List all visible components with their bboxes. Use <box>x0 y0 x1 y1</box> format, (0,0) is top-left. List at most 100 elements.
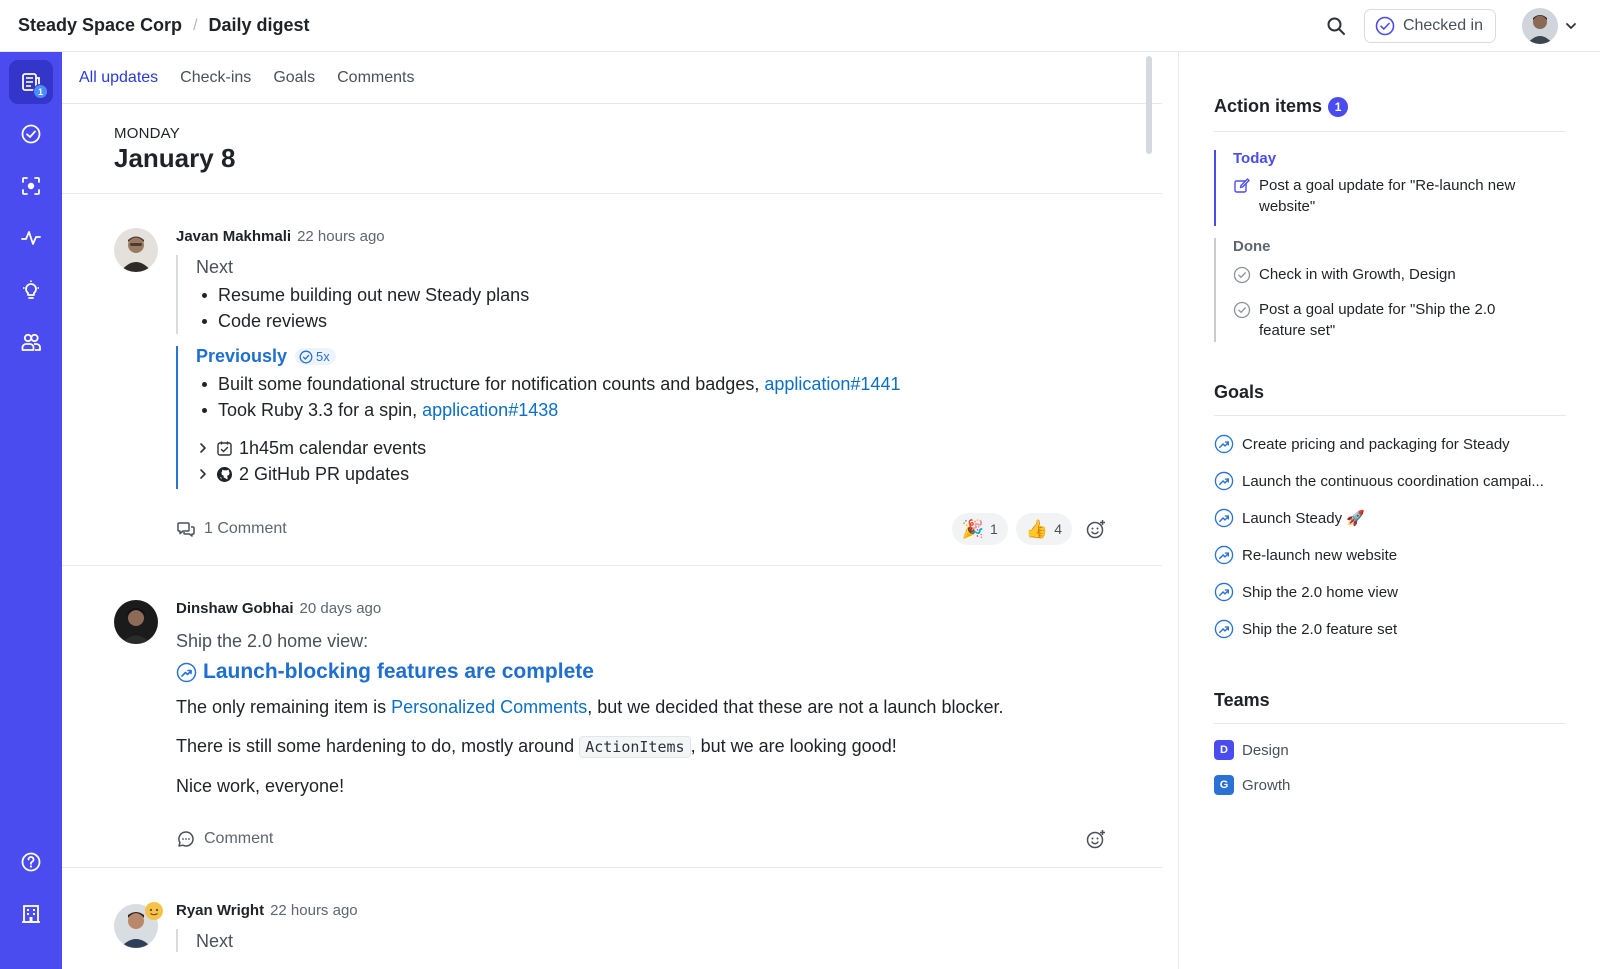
goal-trend-icon <box>1214 471 1234 491</box>
divider <box>1214 415 1566 416</box>
goal-item[interactable]: Re-launch new website <box>1214 545 1569 565</box>
action-item-done[interactable]: Post a goal update for "Ship the 2.0 fea… <box>1233 299 1544 341</box>
pr-link[interactable]: application#1438 <box>422 400 558 420</box>
comments-button[interactable]: 1 Comment <box>176 519 287 539</box>
rail-item-help[interactable] <box>9 840 53 884</box>
reaction-party[interactable]: 🎉 1 <box>951 513 1008 545</box>
goal-reference[interactable]: Ship the 2.0 home view: <box>176 631 1112 652</box>
action-items-title: Action items 1 <box>1214 96 1349 117</box>
action-item-text: Check in with Growth, Design <box>1259 266 1456 283</box>
rail-item-updates[interactable]: 1 <box>9 60 53 104</box>
goal-item[interactable]: Launch Steady 🚀 <box>1214 508 1569 528</box>
reaction-thumbs-up[interactable]: 👍 4 <box>1015 513 1072 545</box>
rail-item-activity[interactable] <box>9 216 53 260</box>
list-item: Built some foundational structure for no… <box>196 371 1112 397</box>
update-paragraph: Nice work, everyone! <box>176 776 345 796</box>
breadcrumb-separator: / <box>193 16 198 34</box>
search-button[interactable] <box>1320 10 1352 42</box>
next-block: Next Resume building out new Steady plan… <box>176 255 1112 334</box>
next-title: Next <box>196 257 234 277</box>
comment-button[interactable]: Comment <box>176 829 273 849</box>
add-reaction-button[interactable] <box>1080 823 1112 855</box>
divider <box>1214 723 1566 724</box>
focus-target-icon <box>22 177 40 195</box>
rail-item-focus[interactable] <box>9 164 53 208</box>
check-circle-icon <box>1375 16 1395 36</box>
rail-item-teams[interactable] <box>9 320 53 364</box>
user-menu[interactable] <box>1522 8 1578 44</box>
author-name[interactable]: Dinshaw Gobhai <box>176 600 294 617</box>
author-name[interactable]: Javan Makhmali <box>176 228 291 245</box>
goal-item[interactable]: Ship the 2.0 feature set <box>1214 619 1569 639</box>
goal-trend-icon <box>1214 545 1234 565</box>
activity-pulse-icon <box>21 231 41 245</box>
team-item-growth[interactable]: G Growth <box>1214 775 1290 795</box>
feed-tabs: All updates Check-ins Goals Comments <box>62 52 1162 104</box>
rail-item-ideas[interactable] <box>9 268 53 312</box>
tab-check-ins[interactable]: Check-ins <box>180 69 251 87</box>
github-summary: 2 GitHub PR updates <box>239 464 410 484</box>
streak-badge: 5x <box>295 348 336 365</box>
post-time[interactable]: 22 hours ago <box>270 902 358 919</box>
goal-trend-icon <box>176 662 197 682</box>
goal-item[interactable]: Create pricing and packaging for Steady <box>1214 434 1569 454</box>
checked-in-label: Checked in <box>1402 17 1483 34</box>
goal-item-label: Create pricing and packaging for Steady <box>1242 435 1510 453</box>
team-item-design[interactable]: D Design <box>1214 740 1289 760</box>
avatar[interactable] <box>114 902 163 948</box>
search-icon <box>1327 17 1345 35</box>
goal-trend-icon <box>1214 434 1234 454</box>
goal-item-label: Ship the 2.0 feature set <box>1242 620 1398 638</box>
breadcrumb-org[interactable]: Steady Space Corp <box>18 15 182 36</box>
updates-badge: 1 <box>33 84 48 99</box>
post-author: Ryan Wright 22 hours ago <box>176 902 1112 919</box>
chevron-right-icon <box>200 469 206 479</box>
avatar[interactable] <box>114 228 158 272</box>
avatar[interactable] <box>114 600 158 644</box>
pr-link[interactable]: application#1441 <box>764 374 900 394</box>
goals-title: Goals <box>1214 382 1265 402</box>
goal-item-label: Re-launch new website <box>1242 546 1398 564</box>
check-in-post: Ryan Wright 22 hours ago Next <box>62 868 1162 969</box>
rail-item-organization[interactable] <box>9 892 53 936</box>
check-in-post: Javan Makhmali 22 hours ago Next Resume b… <box>62 194 1162 566</box>
goal-item-label: Launch the continuous coordination campa… <box>1242 472 1544 490</box>
action-items-today: Today Post a goal update for "Re-launch … <box>1214 150 1544 226</box>
reactions: 🎉 1 👍 4 <box>951 513 1112 545</box>
tab-all-updates[interactable]: All updates <box>79 69 158 87</box>
calendar-expander[interactable]: 1h45m calendar events <box>196 435 1112 461</box>
checked-in-button[interactable]: Checked in <box>1363 9 1496 43</box>
add-reaction-button[interactable] <box>1080 513 1112 545</box>
help-icon <box>21 852 41 872</box>
chevron-down-icon <box>1566 23 1576 29</box>
rail-item-checkins[interactable] <box>9 112 53 156</box>
inline-link[interactable]: Personalized Comments <box>391 697 587 717</box>
list-item: Code reviews <box>196 308 1112 334</box>
left-rail: 1 <box>0 52 62 969</box>
action-item-done[interactable]: Check in with Growth, Design <box>1233 264 1544 290</box>
update-paragraph: There is still some hardening to do, mos… <box>176 733 1112 760</box>
previously-label: Previously <box>196 346 288 366</box>
action-item[interactable]: Post a goal update for "Re-launch new we… <box>1233 175 1544 217</box>
post-body: Ryan Wright 22 hours ago Next <box>176 902 1112 952</box>
comments-icon <box>177 522 195 537</box>
add-emoji-icon <box>1086 830 1105 849</box>
calendar-icon <box>217 441 232 456</box>
tab-comments[interactable]: Comments <box>337 69 414 87</box>
goal-item[interactable]: Ship the 2.0 home view <box>1214 582 1569 602</box>
previously-block: Previously 5x Built some foundational st… <box>176 346 1112 489</box>
action-item-text: Post a goal update for "Ship the 2.0 fea… <box>1259 301 1496 339</box>
post-time[interactable]: 22 hours ago <box>297 228 385 245</box>
post-time[interactable]: 20 days ago <box>300 600 382 617</box>
divider <box>1214 131 1566 132</box>
check-circle-icon <box>21 124 41 144</box>
goal-update-title[interactable]: Launch-blocking features are complete <box>176 660 1112 684</box>
scrollbar[interactable] <box>1146 56 1152 154</box>
calendar-summary: 1h45m calendar events <box>239 438 427 458</box>
github-expander[interactable]: 2 GitHub PR updates <box>196 461 1112 487</box>
post-footer: Comment <box>176 823 1112 855</box>
author-name[interactable]: Ryan Wright <box>176 902 264 919</box>
goal-item[interactable]: Launch the continuous coordination campa… <box>1214 471 1569 491</box>
check-circle-icon <box>1233 301 1251 319</box>
tab-goals[interactable]: Goals <box>273 69 315 87</box>
